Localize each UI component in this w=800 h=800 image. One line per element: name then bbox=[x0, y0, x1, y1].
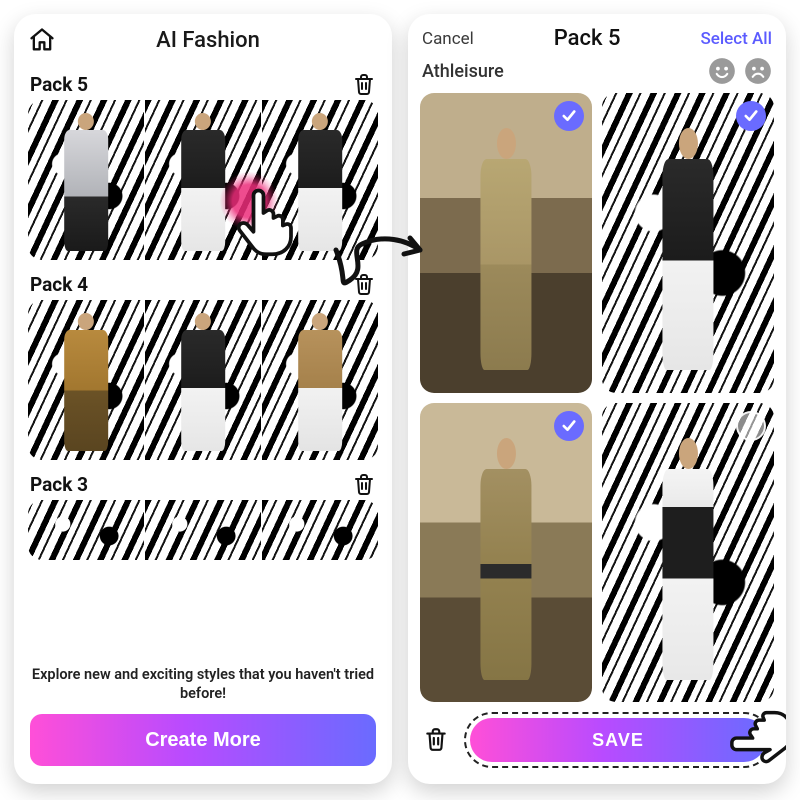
pack-item[interactable]: Pack 5 bbox=[28, 72, 378, 260]
pack-title: Pack 3 bbox=[30, 473, 88, 496]
pack-item[interactable]: Pack 3 bbox=[28, 472, 378, 560]
image-tile[interactable] bbox=[602, 93, 774, 393]
create-more-button[interactable]: Create More bbox=[30, 714, 376, 766]
pack-item[interactable]: Pack 4 bbox=[28, 272, 378, 460]
pack-title: Pack 5 bbox=[30, 73, 88, 96]
thumbnail[interactable] bbox=[28, 100, 144, 260]
select-all-button[interactable]: Select All bbox=[700, 29, 772, 49]
trash-icon bbox=[352, 272, 376, 296]
left-footer: Explore new and exciting styles that you… bbox=[14, 658, 392, 784]
selection-check-icon[interactable] bbox=[554, 411, 584, 441]
left-header: AI Fashion bbox=[14, 14, 392, 60]
pack-list[interactable]: Pack 5 Pack 4 bbox=[14, 60, 392, 658]
pack-header: Pack 4 bbox=[28, 272, 378, 300]
right-phone: Cancel Pack 5 Select All Athleisure bbox=[408, 14, 786, 784]
thumbnail[interactable] bbox=[261, 500, 378, 560]
selection-check-icon[interactable] bbox=[554, 101, 584, 131]
feedback-buttons bbox=[708, 57, 772, 85]
trash-icon bbox=[352, 472, 376, 496]
trash-icon bbox=[352, 72, 376, 96]
hand-pointer-icon bbox=[718, 708, 786, 782]
category-label: Athleisure bbox=[422, 61, 504, 82]
right-footer: SAVE bbox=[408, 702, 786, 784]
pack-thumbnails[interactable] bbox=[28, 300, 378, 460]
cancel-button[interactable]: Cancel bbox=[422, 29, 474, 49]
pack-thumbnails[interactable] bbox=[28, 500, 378, 560]
delete-pack-button[interactable] bbox=[352, 472, 376, 496]
delete-pack-button[interactable] bbox=[352, 272, 376, 296]
thumbnail[interactable] bbox=[144, 500, 261, 560]
thumbnail[interactable] bbox=[28, 300, 144, 460]
thumbnail[interactable] bbox=[144, 300, 261, 460]
footer-message: Explore new and exciting styles that you… bbox=[30, 666, 376, 704]
image-tile[interactable] bbox=[420, 403, 592, 703]
thumbnail[interactable] bbox=[28, 500, 144, 560]
thumbnail[interactable] bbox=[261, 100, 378, 260]
smile-icon[interactable] bbox=[708, 57, 736, 85]
image-tile[interactable] bbox=[420, 93, 592, 393]
pack-header: Pack 3 bbox=[28, 472, 378, 500]
selection-check-icon[interactable] bbox=[736, 411, 766, 441]
pack-title: Pack 4 bbox=[30, 273, 88, 296]
pack-thumbnails[interactable] bbox=[28, 100, 378, 260]
frown-icon[interactable] bbox=[744, 57, 772, 85]
right-header: Cancel Pack 5 Select All bbox=[408, 14, 786, 55]
selection-check-icon[interactable] bbox=[736, 101, 766, 131]
pack-header: Pack 5 bbox=[28, 72, 378, 100]
page-title: Pack 5 bbox=[554, 26, 621, 51]
delete-selected-button[interactable] bbox=[422, 726, 450, 754]
page-title: AI Fashion bbox=[38, 28, 378, 53]
thumbnail[interactable] bbox=[144, 100, 261, 260]
category-row: Athleisure bbox=[408, 55, 786, 93]
image-grid bbox=[408, 93, 786, 702]
thumbnail[interactable] bbox=[261, 300, 378, 460]
left-phone: AI Fashion Pack 5 Pack 4 bbox=[14, 14, 392, 784]
image-tile[interactable] bbox=[602, 403, 774, 703]
delete-pack-button[interactable] bbox=[352, 72, 376, 96]
trash-icon bbox=[423, 726, 449, 752]
